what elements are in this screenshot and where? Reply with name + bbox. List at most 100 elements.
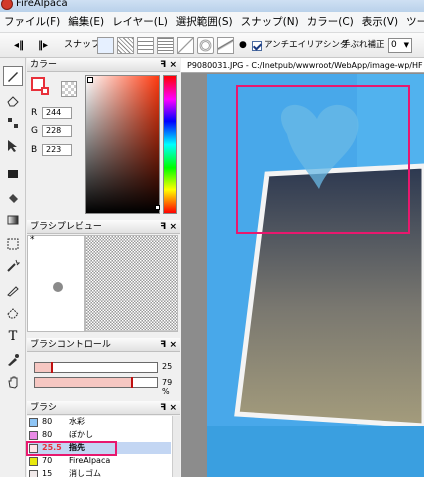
brush-size: 15 bbox=[42, 469, 53, 477]
antialias-checkbox[interactable] bbox=[252, 41, 262, 51]
brush-list-scrollbar[interactable] bbox=[172, 416, 180, 477]
snap-parallel-button[interactable] bbox=[117, 37, 134, 54]
menu-bar: ファイル(F) 編集(E) レイヤー(L) 選択範囲(S) スナップ(N) カラー(C) 表… bbox=[0, 12, 424, 33]
brush-dot bbox=[53, 282, 63, 292]
brush-swatch bbox=[29, 470, 38, 477]
brush-item-eraser[interactable]: 15 消しゴム bbox=[29, 468, 171, 477]
brush-control-title: ブラシコントロール bbox=[30, 340, 111, 350]
brush-size: 80 bbox=[42, 417, 53, 426]
brush-preview-header: ブラシプレビュー ꟻ × bbox=[27, 220, 180, 234]
toolbar: ◂‖ ‖▸ スナップ ● アンチエイリアシング 手ぶれ補正 0 ▼ bbox=[0, 33, 424, 58]
brush-preview-title: ブラシプレビュー bbox=[30, 222, 102, 232]
fill-rect-tool-icon[interactable] bbox=[3, 164, 23, 184]
menu-tool[interactable]: ツール( bbox=[402, 12, 424, 33]
dot-tool-icon[interactable] bbox=[3, 113, 23, 133]
brush-size-slider[interactable] bbox=[34, 362, 158, 373]
background-swatch[interactable] bbox=[41, 87, 49, 95]
stabilizer-label: 手ぶれ補正 bbox=[342, 40, 385, 50]
panel-controls[interactable]: ꟻ × bbox=[160, 338, 177, 352]
brush-swatch bbox=[29, 418, 38, 427]
move-tool-icon[interactable] bbox=[3, 136, 23, 156]
brush-opacity-value: 79 % bbox=[162, 378, 173, 396]
brush-opacity-fill bbox=[35, 378, 132, 387]
brush-control-header: ブラシコントロール ꟻ × bbox=[27, 338, 180, 352]
bucket-tool-icon[interactable] bbox=[3, 188, 23, 208]
menu-select[interactable]: 選択範囲(S) bbox=[172, 12, 237, 33]
r-input[interactable]: 244 bbox=[42, 107, 72, 119]
color-panel-title: カラー bbox=[30, 60, 58, 70]
eraser-tool-icon[interactable] bbox=[3, 90, 23, 110]
brush-name: 消しゴム bbox=[69, 469, 101, 477]
menu-view[interactable]: 表示(V) bbox=[358, 12, 402, 33]
panel-controls[interactable]: ꟻ × bbox=[160, 58, 177, 72]
menu-snap[interactable]: スナップ(N) bbox=[237, 12, 303, 33]
brush-swatch bbox=[29, 457, 38, 466]
brush-item-firealpaca[interactable]: 70 FireAlpaca bbox=[29, 455, 171, 467]
title-bar: FireAlpaca bbox=[0, 0, 424, 12]
document-tab[interactable]: P9080031.JPG - C:/Inetpub/wwwroot/WebApp… bbox=[181, 58, 424, 73]
select-eraser-tool-icon[interactable] bbox=[3, 302, 23, 322]
brush-swatch bbox=[29, 431, 38, 440]
next-icon[interactable]: ‖▸ bbox=[38, 37, 48, 54]
menu-edit[interactable]: 編集(E) bbox=[64, 12, 108, 33]
brush-panel-header: ブラシ ꟻ × bbox=[27, 401, 180, 415]
prev-icon[interactable]: ◂‖ bbox=[14, 37, 24, 54]
tool-palette: T bbox=[0, 58, 26, 477]
app-icon bbox=[1, 0, 13, 10]
brush-size: 80 bbox=[42, 430, 53, 439]
stabilizer-value: 0 bbox=[391, 40, 397, 50]
canvas-area: P9080031.JPG - C:/Inetpub/wwwroot/WebApp… bbox=[181, 58, 424, 477]
select-tool-icon[interactable] bbox=[3, 234, 23, 254]
panel-controls[interactable]: ꟻ × bbox=[160, 220, 177, 234]
select-pen-tool-icon[interactable] bbox=[3, 280, 23, 300]
brush-size-fill bbox=[35, 363, 51, 372]
brush-panel-title: ブラシ bbox=[30, 403, 57, 413]
brush-name: FireAlpaca bbox=[69, 456, 111, 465]
menu-color[interactable]: カラー(C) bbox=[303, 12, 358, 33]
b-label: B bbox=[31, 145, 38, 155]
r-label: R bbox=[31, 108, 38, 118]
brush-size-marker bbox=[50, 362, 53, 373]
snap-curve-button[interactable] bbox=[177, 37, 194, 54]
g-label: G bbox=[31, 126, 38, 136]
snap-off-button[interactable] bbox=[97, 37, 114, 54]
annotation-highlight-box bbox=[236, 85, 410, 234]
snap-settings-icon[interactable]: ● bbox=[239, 37, 247, 54]
brush-size-value: 25 bbox=[162, 362, 173, 371]
color-saturation-picker[interactable] bbox=[85, 75, 160, 214]
snap-radial-button[interactable] bbox=[157, 37, 174, 54]
snap-label: スナップ bbox=[64, 40, 101, 50]
eyedropper-tool-icon[interactable] bbox=[3, 350, 23, 370]
hue-slider[interactable] bbox=[163, 75, 177, 214]
brush-item-blur[interactable]: 80 ぼかし bbox=[29, 429, 171, 441]
picker-corner bbox=[155, 205, 160, 210]
picker-marker bbox=[87, 77, 93, 83]
brush-name: ぼかし bbox=[69, 430, 93, 439]
chevron-down-icon: ▼ bbox=[403, 41, 409, 49]
color-panel-header: カラー ꟻ × bbox=[27, 58, 180, 72]
brush-item-watercolor[interactable]: 80 水彩 bbox=[29, 416, 171, 428]
side-panels: カラー ꟻ × R 244 G 228 B 223 ブラシプレビュー ꟻ × * ブ… bbox=[26, 58, 180, 477]
g-input[interactable]: 228 bbox=[42, 125, 72, 137]
magic-wand-tool-icon[interactable] bbox=[3, 256, 23, 276]
menu-file[interactable]: ファイル(F) bbox=[0, 12, 64, 33]
text-tool-icon[interactable]: T bbox=[3, 326, 23, 346]
snap-grid-button[interactable] bbox=[137, 37, 154, 54]
brush-size: 70 bbox=[42, 456, 53, 465]
brush-list-highlight bbox=[26, 441, 117, 456]
canvas-image[interactable] bbox=[207, 74, 424, 477]
snap-circle-button[interactable] bbox=[197, 37, 214, 54]
gradient-tool-icon[interactable] bbox=[3, 210, 23, 230]
menu-layer[interactable]: レイヤー(L) bbox=[108, 12, 172, 33]
brush-preview-marker: * bbox=[30, 235, 35, 245]
hand-tool-icon[interactable] bbox=[3, 372, 23, 392]
panel-controls[interactable]: ꟻ × bbox=[160, 401, 177, 415]
brush-opacity-marker bbox=[131, 377, 134, 388]
transparent-swatch[interactable] bbox=[61, 81, 77, 97]
brush-opacity-slider[interactable] bbox=[34, 377, 158, 388]
b-input[interactable]: 223 bbox=[42, 144, 72, 156]
stabilizer-select[interactable]: 0 ▼ bbox=[388, 38, 412, 53]
snap-3d-button[interactable] bbox=[217, 37, 234, 54]
pen-tool-icon[interactable] bbox=[3, 66, 23, 86]
window-title: FireAlpaca bbox=[16, 0, 68, 9]
